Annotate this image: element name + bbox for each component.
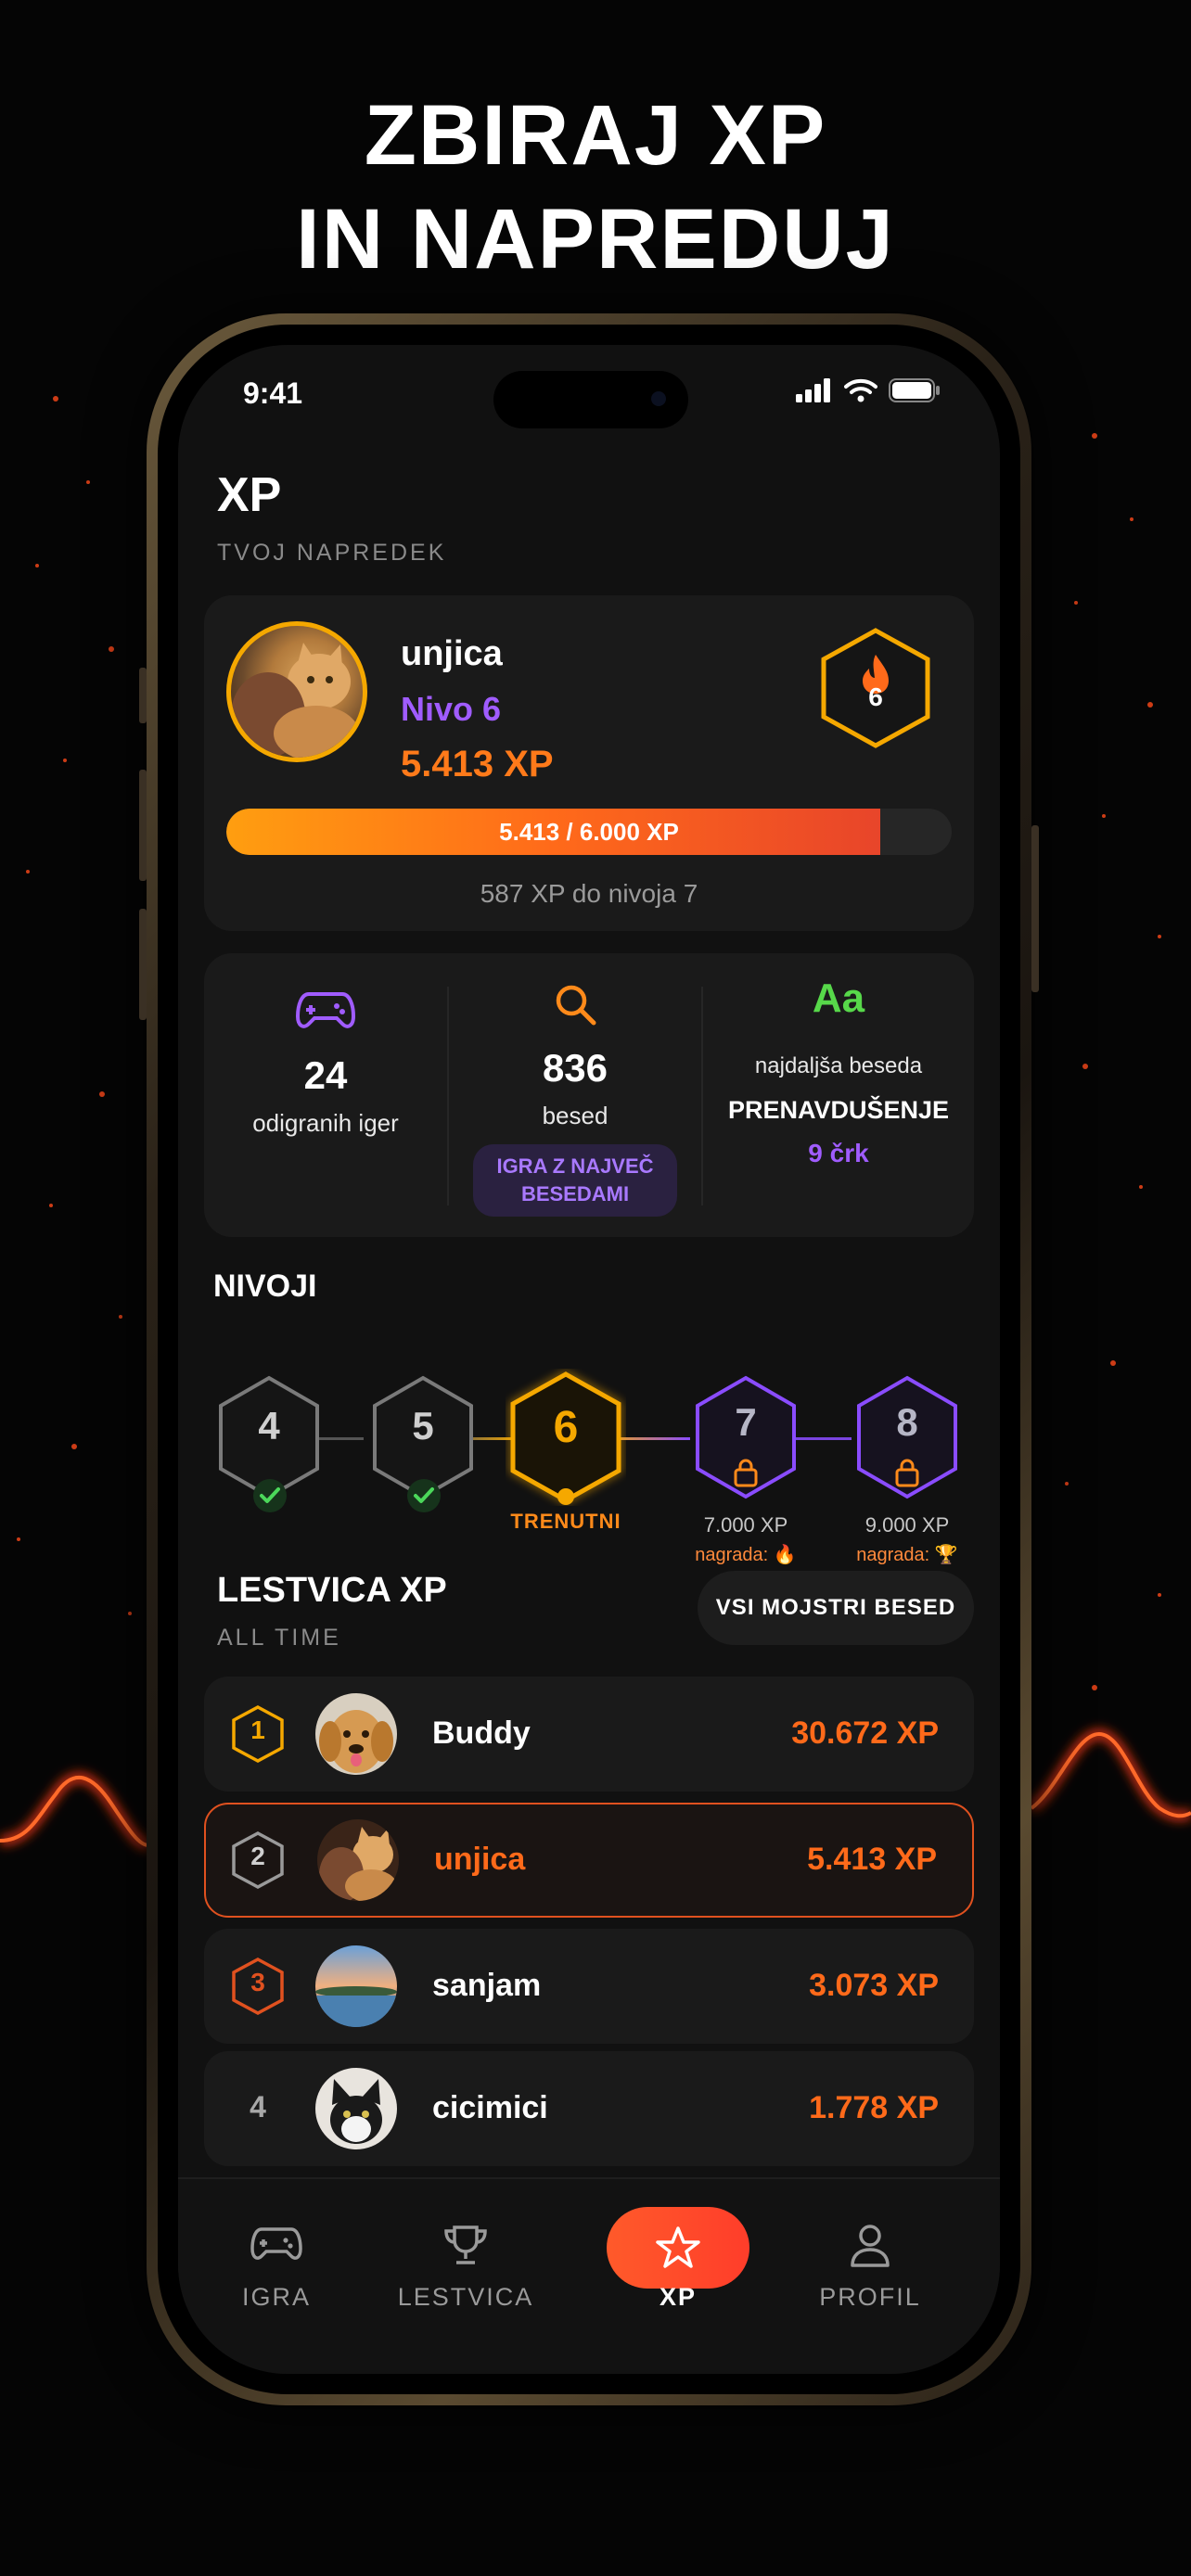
stat-games-label: odigranih iger: [252, 1109, 399, 1137]
page-title: XP: [217, 468, 282, 522]
app-screen: 9:41 XP TVOJ NAPREDEK unjica Nivo 6 5.41…: [178, 345, 1000, 2374]
stat-games: 24 odigranih iger: [204, 953, 447, 1237]
avatar[interactable]: [226, 621, 367, 762]
level-badge-5[interactable]: 5: [367, 1374, 479, 1512]
stat-longest-word: Aa najdaljša beseda PRENAVDUŠENJE 9 črk: [703, 953, 974, 1237]
rank-number: 1: [250, 1715, 265, 1744]
level-7-reward: nagrada: 🔥: [695, 1545, 797, 1565]
lock-icon: [734, 1459, 758, 1487]
player-xp: 3.073 XP: [809, 1968, 939, 2003]
rank-number: 3: [250, 1968, 265, 1996]
battery-icon: [889, 378, 940, 402]
leaderboard-row[interactable]: 4 cicimici 1.778 XP: [204, 2051, 974, 2166]
check-icon: [407, 1479, 441, 1512]
headline-line-2: IN NAPREDUJ: [296, 192, 895, 287]
gamepad-icon: [296, 992, 355, 1028]
xp-progress-label: 5.413 / 6.000 XP: [499, 818, 679, 846]
level-number: 5: [412, 1404, 434, 1447]
rank-number: 2: [250, 1842, 265, 1870]
tab-bar: IGRA LESTVICA XP PROFIL: [178, 2177, 1000, 2374]
stat-longest-label: najdaljša beseda: [754, 1053, 923, 1078]
avatar: [315, 2068, 397, 2149]
player-name: unjica: [434, 1842, 526, 1877]
level-badge-8-locked[interactable]: 8: [852, 1374, 963, 1500]
stat-words-chip[interactable]: IGRA Z NAJVEČ BESEDAMI: [473, 1144, 677, 1217]
levels-title: NIVOJI: [213, 1269, 317, 1304]
stats-card: 24 odigranih iger 836 besed IGRA Z NAJVE…: [204, 953, 974, 1237]
profile-card: unjica Nivo 6 5.413 XP 6 5.413 / 6.000 X…: [204, 595, 974, 931]
tab-igra[interactable]: IGRA: [184, 2179, 369, 2374]
all-masters-button[interactable]: VSI MOJSTRI BESED: [698, 1571, 974, 1645]
tab-profil[interactable]: PROFIL: [777, 2179, 963, 2374]
phone-power-button: [1031, 825, 1039, 992]
level-badge-7-locked[interactable]: 7: [690, 1374, 801, 1500]
level-number: 6: [553, 1403, 579, 1452]
dynamic-island: [493, 371, 688, 428]
player-name: sanjam: [432, 1968, 542, 2003]
headline-line-1: ZBIRAJ XP: [364, 88, 827, 183]
trophy-icon: [444, 2225, 487, 2264]
user-icon: [851, 2225, 890, 2267]
leaderboard-subtitle: ALL TIME: [217, 1625, 341, 1651]
level-current-label: TRENUTNI: [510, 1510, 621, 1533]
status-icons: [796, 378, 941, 402]
player-xp: 30.672 XP: [791, 1715, 939, 1751]
avatar: [315, 1693, 397, 1775]
tab-label: XP: [659, 2283, 698, 2311]
leaderboard-row[interactable]: 1 Buddy 30.672 XP: [204, 1677, 974, 1792]
star-icon: [656, 2226, 700, 2268]
profile-level: Nivo 6: [401, 690, 502, 728]
streak-count: 6: [868, 682, 883, 711]
player-xp: 5.413 XP: [807, 1842, 937, 1877]
stat-games-value: 24: [303, 1053, 348, 1097]
status-time: 9:41: [243, 376, 303, 410]
tab-label: LESTVICA: [397, 2283, 534, 2311]
gamepad-icon: [250, 2227, 302, 2260]
level-number: 7: [735, 1400, 757, 1444]
wifi-icon: [844, 378, 877, 402]
stat-words-value: 836: [542, 1046, 608, 1090]
level-7-xp: 7.000 XP: [703, 1513, 788, 1537]
stat-words: 836 besed IGRA Z NAJVEČ BESEDAMI: [449, 953, 701, 1237]
levels-track: 4 5 6 TRENUTNI 7 7.000 XP nagrada: 🔥 8 9…: [178, 1319, 1000, 1565]
phone-volume-down: [139, 909, 147, 1020]
leaderboard-title: LESTVICA XP: [217, 1571, 447, 1610]
player-name: cicimici: [432, 2090, 548, 2125]
level-8-reward: nagrada: 🏆: [856, 1545, 958, 1565]
leaderboard-row[interactable]: 3 sanjam 3.073 XP: [204, 1929, 974, 2044]
phone-side-button: [139, 668, 147, 723]
check-icon: [253, 1479, 287, 1512]
signal-icon: [796, 378, 830, 402]
tab-label: PROFIL: [819, 2283, 921, 2311]
leaderboard-row-current-user[interactable]: 2 unjica 5.413 XP: [204, 1803, 974, 1918]
tab-xp[interactable]: XP: [594, 2179, 762, 2374]
level-badge-6-current[interactable]: 6: [506, 1369, 626, 1506]
profile-xp: 5.413 XP: [401, 744, 554, 784]
stat-words-label: besed: [542, 1102, 608, 1129]
tab-label: IGRA: [241, 2283, 311, 2311]
level-number: 4: [258, 1404, 280, 1447]
stat-longest-length: 9 črk: [808, 1139, 869, 1167]
stat-longest-word-value: PRENAVDUŠENJE: [727, 1096, 950, 1124]
rank-number: 4: [250, 2090, 266, 2123]
lock-icon: [895, 1459, 919, 1487]
player-name: Buddy: [432, 1715, 531, 1751]
cat-photo-icon: [231, 643, 359, 758]
page-subtitle: TVOJ NAPREDEK: [217, 540, 447, 566]
avatar: [317, 1819, 399, 1901]
search-icon: [556, 985, 596, 1026]
profile-username: unjica: [401, 634, 503, 673]
level-number: 8: [896, 1400, 918, 1444]
level-badge-4[interactable]: 4: [213, 1374, 325, 1512]
player-xp: 1.778 XP: [809, 2090, 939, 2125]
avatar: [315, 1945, 397, 2027]
level-8-xp: 9.000 XP: [864, 1513, 950, 1537]
xp-remaining: 587 XP do nivoja 7: [480, 879, 698, 908]
tab-lestvica[interactable]: LESTVICA: [373, 2179, 558, 2374]
phone-volume-up: [139, 770, 147, 881]
font-aa-icon: Aa: [812, 976, 865, 1021]
xp-progress-bar: 5.413 / 6.000 XP: [226, 809, 952, 855]
